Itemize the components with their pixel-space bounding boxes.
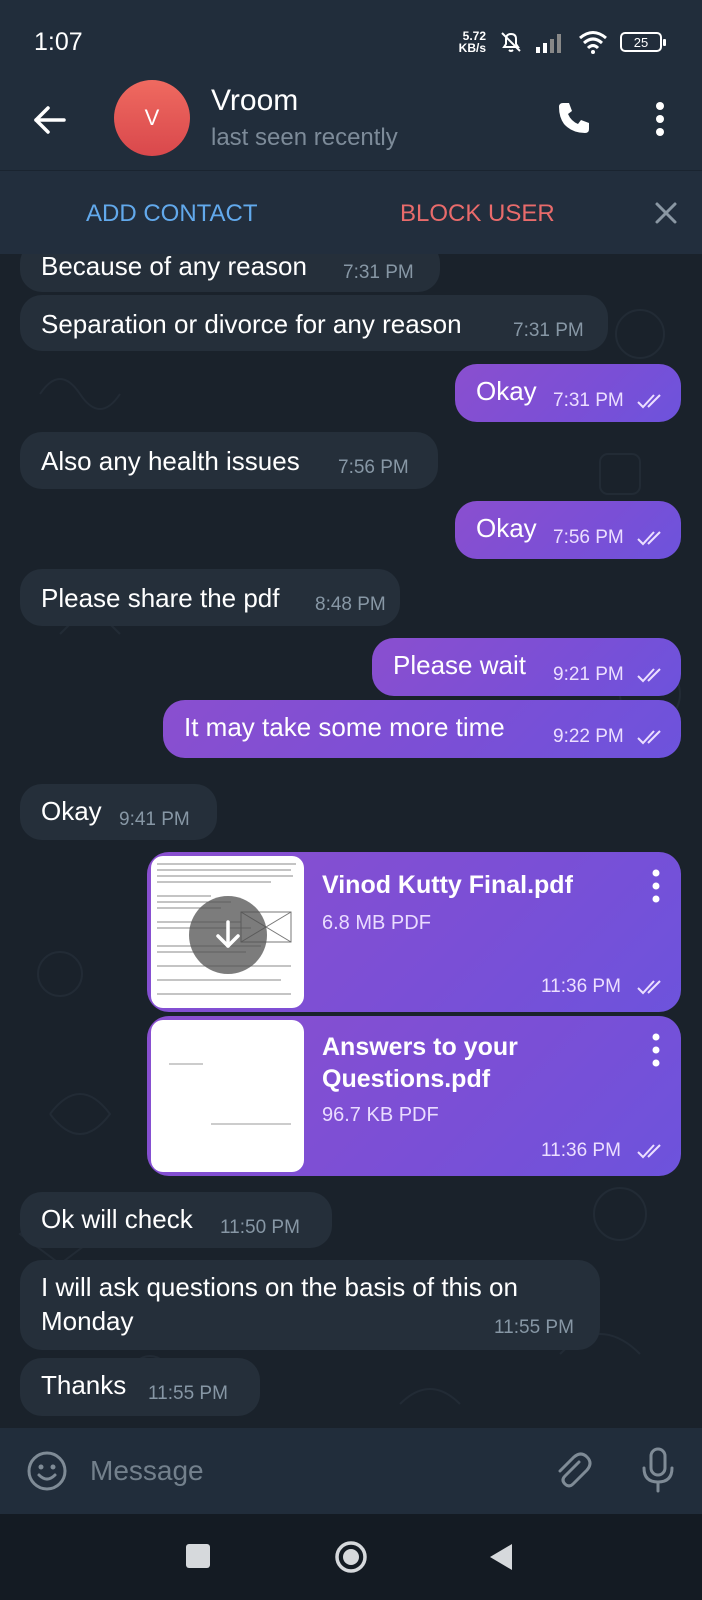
read-checkmarks-icon [637, 980, 661, 995]
incoming-message[interactable]: Please share the pdf 8:48 PM [20, 569, 400, 626]
message-time: 8:48 PM [315, 594, 386, 615]
message-text-line-1: I will ask questions on the basis of thi… [41, 1272, 518, 1302]
download-arrow-icon [216, 920, 240, 948]
incoming-message[interactable]: Ok will check 11:50 PM [20, 1192, 332, 1248]
mute-bell-icon [501, 32, 521, 52]
incoming-message[interactable]: Because of any reason 7:31 PM [20, 254, 440, 292]
phone-icon[interactable] [554, 98, 594, 138]
message-list[interactable]: Because of any reason 7:31 PM Separation… [0, 254, 702, 1428]
more-vertical-icon[interactable] [648, 1032, 664, 1068]
battery-level: 25 [633, 34, 649, 50]
message-text-line-2: Monday [41, 1306, 134, 1336]
download-button[interactable] [189, 896, 267, 974]
attach-icon[interactable] [553, 1450, 595, 1492]
message-input[interactable] [90, 1446, 530, 1496]
pdf-thumbnail[interactable] [151, 1020, 304, 1172]
read-checkmarks-icon [637, 531, 661, 546]
avatar-letter: V [144, 105, 160, 130]
message-text: Okay [41, 796, 102, 826]
message-text: Okay [476, 376, 537, 406]
status-bar: 1:07 5.72 KB/s 25 [0, 0, 702, 80]
telegram-chat-screen: 1:07 5.72 KB/s 25 V Vroom last seen rece… [0, 0, 702, 1600]
battery-icon: 25 [620, 32, 666, 52]
message-text: Also any health issues [41, 446, 300, 476]
network-speed-unit: KB/s [458, 41, 486, 55]
network-speed: 5.72 KB/s [459, 30, 486, 54]
message-text: It may take some more time [184, 712, 505, 742]
back-triangle-icon[interactable] [488, 1542, 514, 1572]
message-text: Ok will check [41, 1204, 193, 1234]
incoming-message[interactable]: Okay 9:41 PM [20, 784, 217, 840]
system-nav-bar [0, 1514, 702, 1600]
incoming-message[interactable]: I will ask questions on the basis of thi… [20, 1260, 600, 1350]
message-composer [0, 1428, 702, 1514]
message-time: 7:56 PM [553, 527, 624, 548]
home-circle-icon[interactable] [334, 1540, 368, 1574]
contact-status: last seen recently [211, 124, 398, 151]
file-name: Vinod Kutty Final.pdf [322, 871, 573, 899]
outgoing-file-message[interactable]: Vinod Kutty Final.pdf 6.8 MB PDF 11:36 P… [147, 852, 681, 1012]
status-time: 1:07 [34, 28, 83, 56]
message-time: 11:50 PM [220, 1217, 300, 1238]
message-text: Because of any reason [41, 254, 307, 281]
message-time: 11:36 PM [541, 1140, 621, 1161]
message-time: 7:31 PM [343, 262, 414, 283]
message-text: Okay [476, 513, 537, 543]
block-user-button[interactable]: BLOCK USER [400, 200, 555, 228]
status-icons: 5.72 KB/s 25 [459, 26, 666, 58]
more-vertical-icon[interactable] [645, 100, 675, 138]
message-time: 7:31 PM [553, 390, 624, 411]
message-time: 11:55 PM [494, 1317, 574, 1338]
read-checkmarks-icon [637, 730, 661, 745]
chat-header: V Vroom last seen recently [0, 80, 702, 170]
unknown-contact-bar: ADD CONTACT BLOCK USER [0, 170, 702, 254]
message-text: Thanks [41, 1370, 127, 1400]
recents-square-icon[interactable] [186, 1544, 210, 1568]
close-icon[interactable] [652, 199, 680, 227]
message-time: 7:56 PM [338, 457, 409, 478]
file-name-line-2: Questions.pdf [322, 1065, 491, 1093]
signal-icon [536, 34, 561, 53]
wifi-icon [579, 31, 607, 54]
read-checkmarks-icon [637, 394, 661, 409]
message-time: 9:21 PM [553, 664, 624, 685]
outgoing-message[interactable]: Okay 7:31 PM [455, 364, 681, 422]
message-time: 9:41 PM [119, 809, 190, 830]
file-size: 6.8 MB PDF [322, 912, 431, 934]
read-checkmarks-icon [637, 668, 661, 683]
avatar[interactable]: V [114, 80, 190, 156]
outgoing-message[interactable]: Please wait 9:21 PM [372, 638, 681, 696]
incoming-message[interactable]: Also any health issues 7:56 PM [20, 432, 438, 489]
more-vertical-icon[interactable] [648, 868, 664, 904]
incoming-message[interactable]: Thanks 11:55 PM [20, 1358, 260, 1416]
message-time: 11:55 PM [148, 1383, 228, 1404]
message-time: 9:22 PM [553, 726, 624, 747]
pdf-preview-lines [169, 1063, 291, 1125]
file-name-line-1: Answers to your [322, 1033, 518, 1061]
back-arrow-icon[interactable] [30, 100, 70, 140]
message-text: Please wait [393, 650, 526, 680]
read-checkmarks-icon [637, 1144, 661, 1159]
add-contact-button[interactable]: ADD CONTACT [86, 200, 258, 228]
pdf-thumbnail[interactable] [151, 856, 304, 1008]
message-text: Separation or divorce for any reason [41, 309, 462, 339]
message-time: 11:36 PM [541, 976, 621, 997]
outgoing-file-message[interactable]: Answers to your Questions.pdf 96.7 KB PD… [147, 1016, 681, 1176]
outgoing-message[interactable]: Okay 7:56 PM [455, 501, 681, 559]
emoji-icon[interactable] [26, 1450, 68, 1492]
outgoing-message[interactable]: It may take some more time 9:22 PM [163, 700, 681, 758]
incoming-message[interactable]: Separation or divorce for any reason 7:3… [20, 295, 608, 351]
file-size: 96.7 KB PDF [322, 1104, 439, 1126]
message-text: Please share the pdf [41, 583, 280, 613]
message-time: 7:31 PM [513, 320, 584, 341]
mic-icon[interactable] [640, 1446, 676, 1494]
contact-name[interactable]: Vroom [211, 84, 298, 118]
chat-wallpaper-pattern [18, 309, 681, 1405]
